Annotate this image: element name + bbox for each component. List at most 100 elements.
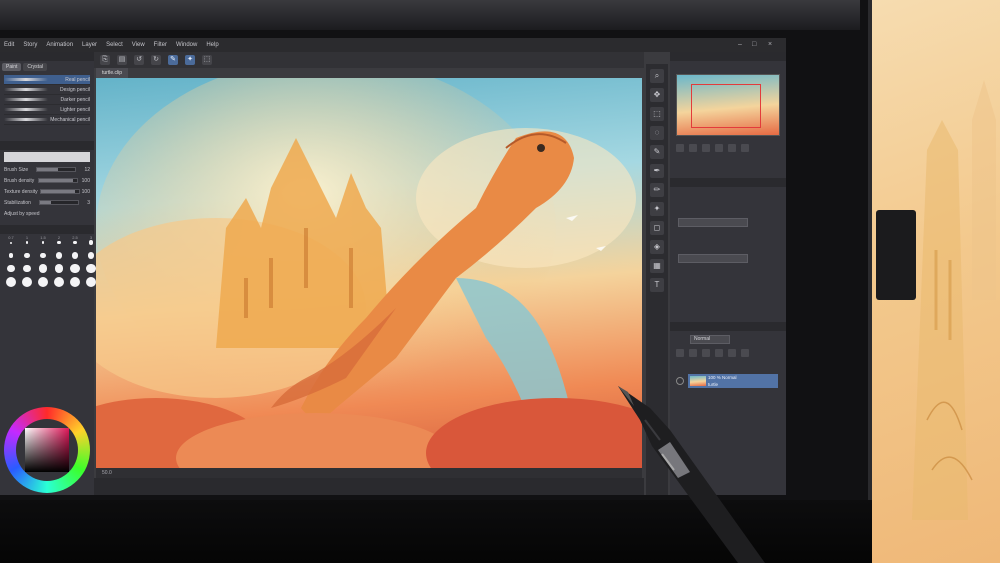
command-bar: ⎘ ▤ ↺ ↻ ✎ ✦ ⬚	[94, 52, 644, 68]
brush-size-cell[interactable]	[52, 263, 66, 274]
brush-tool-icon[interactable]: ✦	[650, 202, 664, 216]
list-item[interactable]: Design pencil	[4, 85, 90, 95]
brush-size-cell[interactable]	[4, 276, 18, 287]
menu-select[interactable]: Select	[106, 42, 123, 48]
eraser-icon[interactable]: ◻	[650, 221, 664, 235]
brush-size-cell[interactable]	[68, 250, 82, 261]
list-item[interactable]: Darker pencil	[4, 95, 90, 105]
brush-size-cell[interactable]	[68, 263, 82, 274]
mask-icon[interactable]	[702, 349, 710, 357]
navigator-viewport[interactable]	[691, 84, 761, 128]
lock-icon[interactable]	[715, 349, 723, 357]
brush-size-cell[interactable]	[36, 263, 50, 274]
brush-size-header	[0, 225, 94, 234]
menu-help[interactable]: Help	[206, 42, 218, 48]
menu-filter[interactable]: Filter	[154, 42, 167, 48]
layer-toolbar	[676, 349, 749, 357]
tab-paint[interactable]: Paint	[2, 63, 22, 71]
brush-size-dot-icon	[70, 276, 80, 287]
menu-window[interactable]: Window	[176, 42, 197, 48]
menu-layer[interactable]: Layer	[82, 42, 97, 48]
clip-icon[interactable]	[728, 349, 736, 357]
property-stabilization[interactable]: Stabilization 3	[0, 197, 94, 208]
brush-size-cell[interactable]	[52, 276, 66, 287]
menu-story[interactable]: Story	[23, 42, 37, 48]
pencil-tool-icon[interactable]: ✏	[650, 183, 664, 197]
selection-icon[interactable]: ⬚	[202, 55, 212, 65]
effect-dropdown[interactable]	[678, 218, 748, 227]
menu-bar: Edit Story Animation Layer Select View F…	[0, 38, 786, 52]
brush-size-label: 0.7	[8, 235, 14, 240]
brush-size-dot-icon	[38, 264, 48, 273]
tool-name-field[interactable]	[4, 152, 90, 162]
color-square[interactable]	[25, 428, 69, 472]
trash-icon[interactable]	[741, 349, 749, 357]
brush-size-cell[interactable]: 2	[52, 235, 66, 248]
brush-size-dot-icon	[55, 252, 63, 259]
brush-size-cell[interactable]	[68, 276, 82, 287]
canvas-tab[interactable]: turtle.clip	[96, 68, 129, 78]
move-icon[interactable]: ✥	[650, 88, 664, 102]
menu-view[interactable]: View	[132, 42, 145, 48]
select-icon[interactable]: ⬚	[650, 107, 664, 121]
expression-color-dropdown[interactable]	[678, 254, 748, 263]
fit-icon[interactable]	[741, 144, 749, 152]
brush-icon[interactable]: ✦	[185, 55, 195, 65]
brush-size-cell[interactable]	[52, 250, 66, 261]
pen-tool-icon[interactable]: ✒	[650, 164, 664, 178]
rotate-right-icon[interactable]	[715, 144, 723, 152]
lasso-icon[interactable]: ◌	[650, 126, 664, 140]
brush-size-cell[interactable]	[20, 276, 34, 287]
save-icon[interactable]: ▤	[117, 55, 127, 65]
property-texture-density[interactable]: Texture density 100	[0, 186, 94, 197]
property-brush-size[interactable]: Brush Size 12	[0, 164, 94, 175]
brush-size-dot-icon	[7, 264, 15, 273]
brush-size-cell[interactable]: 1	[20, 235, 34, 248]
redo-icon[interactable]: ↻	[151, 55, 161, 65]
tab-crystal[interactable]: Crystal	[23, 63, 47, 71]
property-brush-density[interactable]: Brush density 100	[0, 175, 94, 186]
copy-icon[interactable]: ⎘	[100, 55, 110, 65]
new-layer-icon[interactable]	[676, 349, 684, 357]
pen-icon[interactable]: ✎	[168, 55, 178, 65]
brush-size-cell[interactable]: 1.5	[36, 235, 50, 248]
list-item[interactable]: Lighter pencil	[4, 105, 90, 115]
zoom-in-icon[interactable]	[689, 144, 697, 152]
maximize-button[interactable]: □	[752, 41, 756, 48]
close-button[interactable]: ×	[768, 41, 772, 48]
undo-icon[interactable]: ↺	[134, 55, 144, 65]
adjust-by-speed-checkbox[interactable]: Adjust by speed	[0, 208, 94, 219]
flip-icon[interactable]	[728, 144, 736, 152]
brush-size-cell[interactable]	[36, 276, 50, 287]
brush-size-cell[interactable]	[4, 263, 18, 274]
brush-size-cell[interactable]: 0.7	[4, 235, 18, 248]
text-icon[interactable]: T	[650, 278, 664, 292]
brush-size-cell[interactable]	[4, 250, 18, 261]
list-item[interactable]: Real pencil	[4, 75, 90, 85]
zoom-out-icon[interactable]	[676, 144, 684, 152]
brush-size-dot-icon	[40, 252, 46, 259]
folder-icon[interactable]	[689, 349, 697, 357]
brush-size-cell[interactable]	[20, 263, 34, 274]
menu-edit[interactable]: Edit	[4, 42, 14, 48]
list-item[interactable]: Mechanical pencil	[4, 115, 90, 125]
brush-size-cell[interactable]	[20, 250, 34, 261]
artwork-illustration-icon	[96, 78, 642, 468]
brush-size-cell[interactable]	[36, 250, 50, 261]
brush-size-grid: 0.7 1 1.5 2 2.5 3	[0, 234, 96, 290]
brush-size-cell[interactable]: 2.5	[68, 235, 82, 248]
gradient-icon[interactable]: ▦	[650, 259, 664, 273]
fill-icon[interactable]: ◈	[650, 240, 664, 254]
color-wheel[interactable]	[4, 407, 90, 493]
tool-property-header	[0, 141, 94, 150]
menu-animation[interactable]: Animation	[46, 42, 73, 48]
zoom-icon[interactable]: ⌕	[650, 69, 664, 83]
eyedropper-icon[interactable]: ✎	[650, 145, 664, 159]
brush-size-dot-icon	[86, 263, 96, 274]
blend-mode-dropdown[interactable]: Normal	[690, 335, 730, 344]
canvas[interactable]	[96, 78, 642, 468]
navigator-preview[interactable]	[676, 74, 780, 136]
brush-size-dot-icon	[54, 276, 64, 287]
rotate-left-icon[interactable]	[702, 144, 710, 152]
minimize-button[interactable]: –	[738, 41, 742, 48]
